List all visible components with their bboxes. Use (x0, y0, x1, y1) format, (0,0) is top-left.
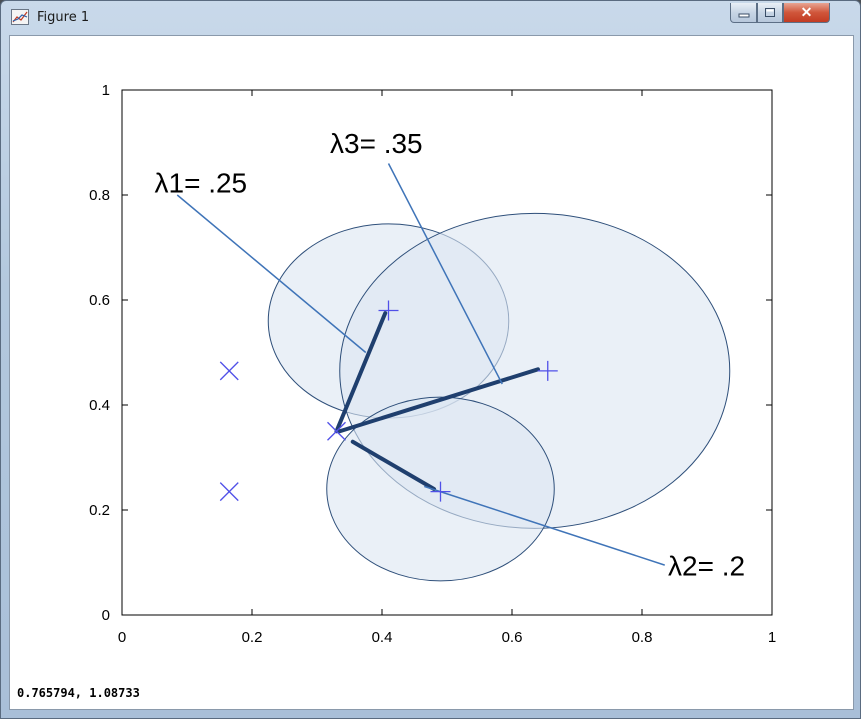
x-tick-label: 0.2 (242, 629, 263, 646)
y-tick-label: 1 (102, 82, 110, 99)
figure-canvas[interactable]: λ1= .25 λ3= .35 λ2= .2 0 0.2 0.4 0.6 0.8 1 0 0.2 0… (9, 35, 854, 710)
maximize-button[interactable] (757, 3, 783, 23)
y-tick-label: 0.2 (89, 502, 110, 519)
scatter-plot[interactable]: λ1= .25 λ3= .35 λ2= .2 0 0.2 0.4 0.6 0.8 1 0 0.2 0… (10, 36, 853, 676)
y-tick-label: 0 (102, 607, 110, 624)
cursor-coordinates: 0.765794, 1.08733 (17, 686, 140, 700)
y-tick-label: 0.6 (89, 292, 110, 309)
x-tick-label: 0.4 (372, 629, 393, 646)
close-button[interactable]: ✕ (783, 3, 830, 23)
title-bar[interactable]: Figure 1 ✕ (1, 1, 860, 35)
minimize-icon (738, 13, 749, 17)
y-tick-label: 0.8 (89, 187, 110, 204)
figure-window: Figure 1 ✕ λ1= .25 λ3= .35 λ2= .2 0 0.2 0.4 0… (0, 0, 861, 719)
close-icon: ✕ (800, 4, 813, 20)
lambda-label-3: λ2= .2 (668, 551, 745, 582)
minimize-button[interactable] (730, 3, 757, 23)
lambda-label-1: λ1= .25 (155, 167, 248, 198)
x-tick-label: 0.8 (632, 629, 653, 646)
figure-app-icon (11, 9, 29, 25)
lambda-label-2: λ3= .35 (330, 128, 423, 159)
window-title: Figure 1 (37, 10, 90, 25)
x-tick-label: 0 (118, 629, 126, 646)
maximize-icon (765, 8, 775, 17)
x-tick-label: 0.6 (502, 629, 523, 646)
y-tick-label: 0.4 (89, 397, 110, 414)
x-tick-label: 1 (768, 629, 776, 646)
